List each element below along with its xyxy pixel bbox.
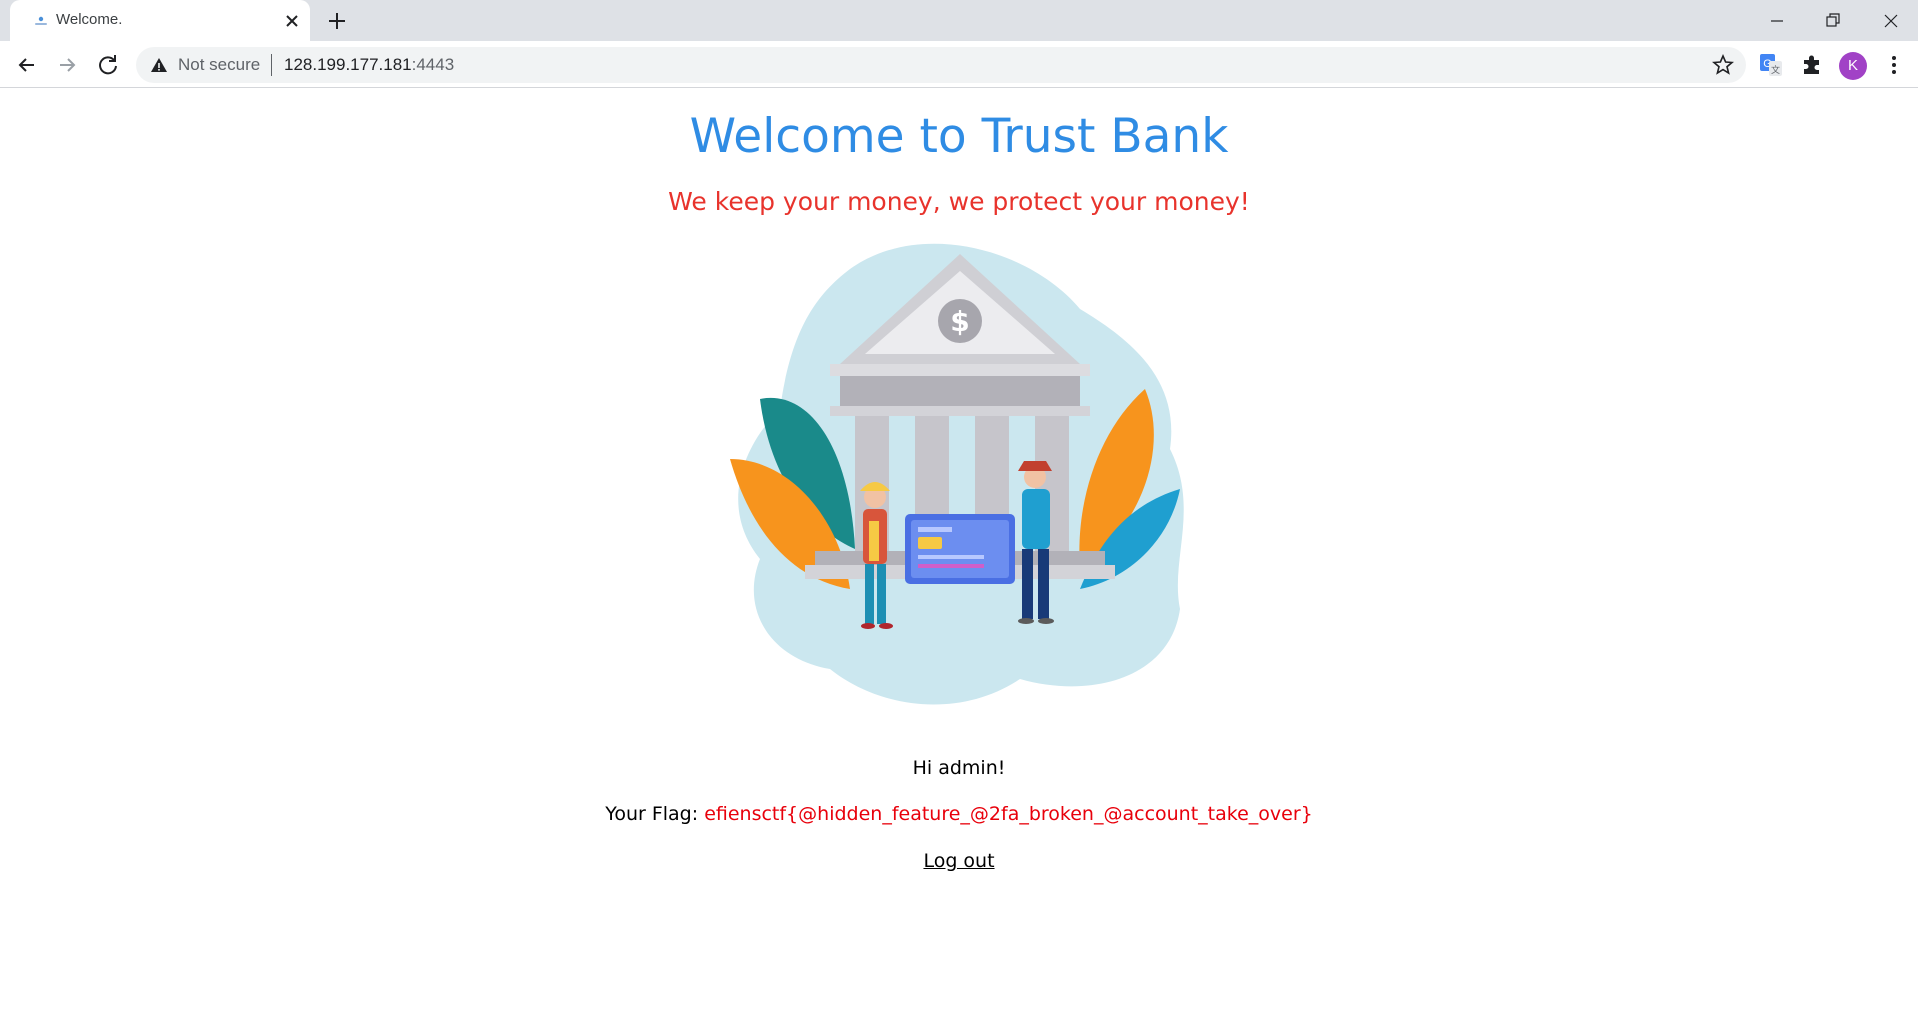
security-status[interactable]: Not secure [178, 55, 260, 75]
logout-link[interactable]: Log out [923, 850, 994, 872]
page-icon [35, 16, 47, 25]
flag-value: efiensctf{@hidden_feature_@2fa_broken_@a… [704, 803, 1313, 825]
flag-label: Your Flag: [605, 803, 705, 825]
logout-container: Log out [0, 850, 1918, 872]
browser-tab[interactable]: Welcome. [10, 0, 310, 41]
page-content: Welcome to Trust Bank We keep your money… [0, 89, 1918, 1026]
address-bar[interactable]: Not secure 128.199.177.181:4443 [136, 47, 1746, 83]
url-text[interactable]: 128.199.177.181:4443 [284, 55, 454, 75]
bank-illustration: $ [730, 243, 1184, 705]
svg-text:$: $ [950, 305, 969, 338]
extensions-icon[interactable] [1798, 51, 1826, 79]
page-subtitle: We keep your money, we protect your mone… [668, 187, 1250, 216]
tab-strip: Welcome. [0, 0, 1918, 41]
back-icon[interactable] [13, 51, 41, 79]
url-host: 128.199.177.181 [284, 55, 412, 74]
close-tab-icon[interactable] [280, 9, 304, 33]
url-port: :4443 [411, 55, 455, 74]
svg-text:文: 文 [1771, 64, 1780, 76]
translate-icon[interactable]: G 文 [1757, 51, 1785, 79]
page-title: Welcome to Trust Bank [689, 109, 1229, 164]
new-tab-icon[interactable] [324, 8, 350, 34]
profile-avatar[interactable]: K [1839, 52, 1867, 80]
minimize-icon[interactable] [1762, 6, 1792, 36]
flag-line: Your Flag: efiensctf{@hidden_feature_@2f… [0, 803, 1918, 825]
close-window-icon[interactable] [1876, 6, 1906, 36]
forward-icon[interactable] [53, 51, 81, 79]
restore-icon[interactable] [1818, 6, 1848, 36]
star-icon[interactable] [1712, 54, 1734, 76]
greeting-text: Hi admin! [912, 757, 1006, 779]
address-divider [271, 54, 272, 76]
browser-toolbar: Not secure 128.199.177.181:4443 G 文 K [0, 41, 1918, 88]
reload-icon[interactable] [94, 51, 122, 79]
warning-icon[interactable] [150, 56, 168, 74]
more-icon[interactable] [1880, 51, 1908, 79]
tab-title: Welcome. [56, 11, 123, 28]
